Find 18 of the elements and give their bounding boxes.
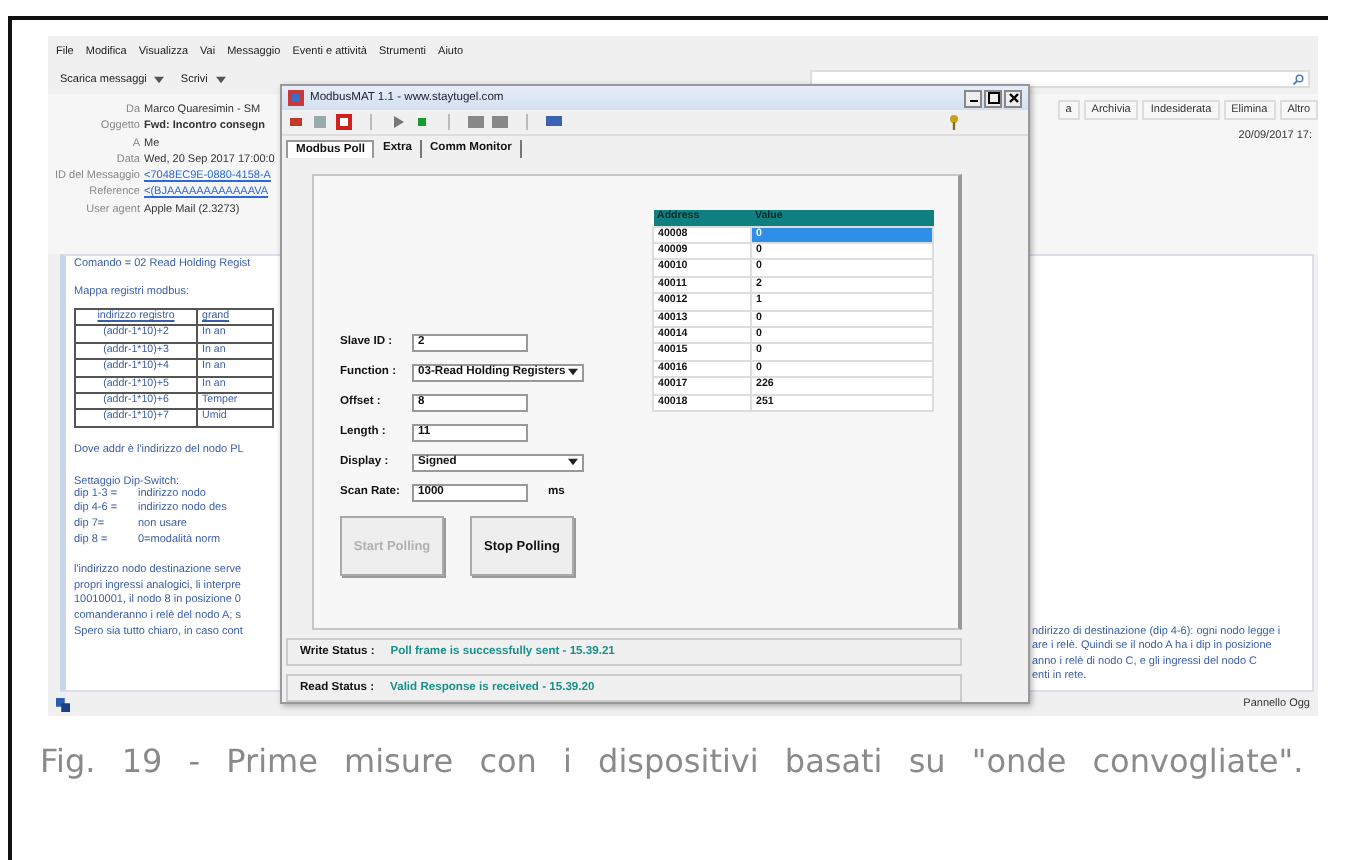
caret-icon: [568, 458, 578, 466]
minimize-button[interactable]: [964, 89, 982, 107]
caret-icon[interactable]: [154, 75, 165, 83]
close-icon: [1007, 92, 1019, 104]
stop-icon[interactable]: [336, 114, 352, 130]
app-icon: [288, 90, 304, 106]
caret-icon[interactable]: [215, 75, 226, 83]
key-icon[interactable]: [946, 114, 962, 130]
search-icon: [1292, 73, 1304, 85]
search-field[interactable]: [810, 70, 1310, 88]
play-icon[interactable]: [390, 114, 406, 130]
close-button[interactable]: [1004, 89, 1022, 107]
figure-caption: Fig. 19 - Prime misure con i dispositivi basati su "onde convogliate".: [40, 740, 1306, 784]
status-icon[interactable]: [56, 697, 70, 711]
maximize-icon: [987, 92, 999, 104]
maximize-button[interactable]: [984, 89, 1002, 107]
stop-square-icon[interactable]: [414, 114, 430, 130]
caret-icon: [568, 368, 578, 376]
